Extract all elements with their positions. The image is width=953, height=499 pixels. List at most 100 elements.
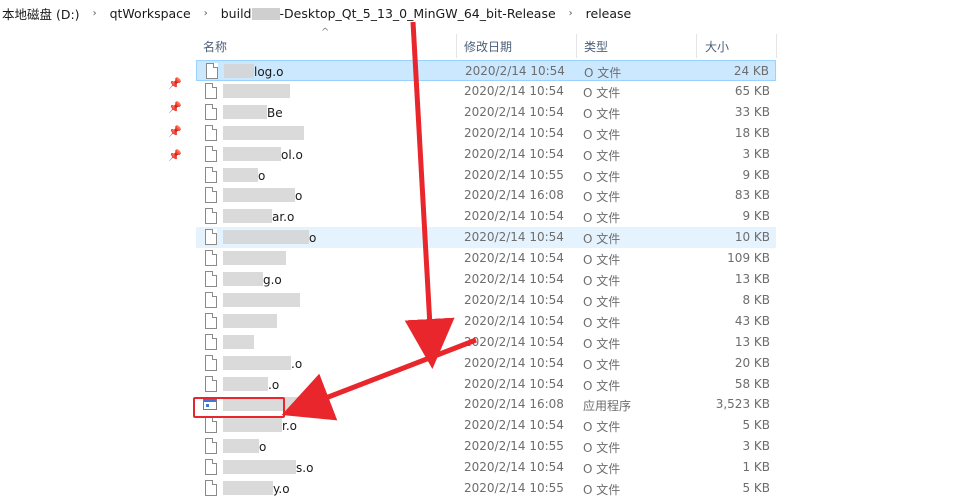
column-divider[interactable] bbox=[776, 34, 777, 58]
column-header-modified[interactable]: 修改日期 bbox=[464, 34, 512, 58]
column-header-size[interactable]: 大小 bbox=[705, 34, 729, 58]
pin-icon[interactable]: 📌 bbox=[168, 78, 182, 90]
file-row[interactable]: 2020/2/14 10:54 O 文件 18 KB bbox=[196, 123, 776, 144]
file-modified: 2020/2/14 10:55 bbox=[464, 439, 564, 454]
column-divider[interactable] bbox=[456, 34, 457, 58]
column-header-name[interactable]: 名称 bbox=[203, 34, 227, 58]
file-row[interactable]: y.o 2020/2/14 10:55 O 文件 5 KB bbox=[196, 478, 776, 499]
file-size: 5 KB bbox=[742, 481, 770, 495]
file-modified: 2020/2/14 10:54 bbox=[464, 83, 564, 98]
file-size: 58 KB bbox=[734, 376, 770, 391]
file-row[interactable]: g.o 2020/2/14 10:54 O 文件 13 KB bbox=[196, 269, 776, 290]
file-row[interactable]: .exe 2020/2/14 16:08 应用程序 3,523 KB bbox=[196, 394, 776, 415]
file-row[interactable]: log.o 2020/2/14 10:54 O 文件 24 KB bbox=[196, 60, 776, 81]
chevron-right-icon[interactable]: › bbox=[82, 8, 108, 19]
pin-icon[interactable]: 📌 bbox=[168, 126, 182, 138]
redacted-text bbox=[223, 251, 286, 266]
file-size: 3 KB bbox=[742, 439, 770, 454]
file-row[interactable]: 2020/2/14 10:54 O 文件 65 KB bbox=[196, 81, 776, 102]
redacted-text bbox=[223, 355, 291, 370]
redacted-text bbox=[223, 167, 258, 182]
file-name: o bbox=[223, 230, 316, 245]
column-divider[interactable] bbox=[696, 34, 697, 58]
file-row[interactable]: .o 2020/2/14 10:54 O 文件 20 KB bbox=[196, 353, 776, 374]
file-name: s.o bbox=[223, 460, 313, 475]
redacted-text bbox=[223, 83, 290, 98]
file-name-text: .exe bbox=[305, 398, 331, 413]
column-divider[interactable] bbox=[576, 34, 577, 58]
redacted-text bbox=[251, 8, 280, 20]
file-icon bbox=[205, 417, 217, 434]
file-size: 18 KB bbox=[734, 125, 770, 140]
pin-icon[interactable]: 📌 bbox=[168, 150, 182, 162]
file-modified: 2020/2/14 10:54 bbox=[464, 460, 564, 475]
file-modified: 2020/2/14 10:54 bbox=[464, 376, 564, 391]
file-row[interactable]: 2020/2/14 10:54 O 文件 8 KB bbox=[196, 290, 776, 311]
file-size: 8 KB bbox=[742, 292, 770, 307]
breadcrumb-build-prefix: build bbox=[220, 5, 252, 21]
file-row[interactable]: .o 2020/2/14 10:54 O 文件 58 KB bbox=[196, 374, 776, 395]
file-name: .o bbox=[223, 355, 302, 371]
sort-ascending-icon: ^ bbox=[321, 27, 330, 38]
redacted-text bbox=[223, 397, 305, 412]
file-modified: 2020/2/14 10:54 bbox=[464, 104, 564, 119]
file-name-text: r.o bbox=[282, 419, 297, 434]
file-icon bbox=[205, 333, 217, 350]
file-type: O 文件 bbox=[583, 294, 621, 309]
file-size: 109 KB bbox=[727, 251, 770, 266]
file-size: 13 KB bbox=[734, 334, 770, 349]
file-type: O 文件 bbox=[583, 148, 621, 163]
file-row[interactable]: r.o 2020/2/14 10:54 O 文件 5 KB bbox=[196, 415, 776, 436]
file-row[interactable]: 2020/2/14 10:54 O 文件 13 KB bbox=[196, 332, 776, 353]
chevron-right-icon[interactable]: › bbox=[558, 8, 584, 19]
file-name-text: log.o bbox=[254, 65, 284, 79]
file-type: O 文件 bbox=[583, 106, 621, 121]
file-name bbox=[223, 83, 290, 99]
breadcrumb-qtworkspace[interactable]: qtWorkspace bbox=[108, 6, 193, 21]
file-modified: 2020/2/14 10:55 bbox=[464, 481, 564, 495]
file-row[interactable]: o 2020/2/14 10:54 O 文件 10 KB bbox=[196, 227, 776, 249]
file-icon bbox=[205, 459, 217, 476]
file-row[interactable]: 2020/2/14 10:54 O 文件 43 KB bbox=[196, 311, 776, 332]
pin-icon[interactable]: 📌 bbox=[168, 102, 182, 114]
file-icon bbox=[205, 480, 217, 496]
file-name: g.o bbox=[223, 272, 282, 287]
redacted-text bbox=[223, 146, 281, 161]
file-type: O 文件 bbox=[583, 85, 621, 100]
file-size: 13 KB bbox=[734, 272, 770, 286]
chevron-right-icon[interactable]: › bbox=[193, 8, 219, 19]
file-icon bbox=[205, 187, 217, 204]
file-row[interactable]: ar.o 2020/2/14 10:54 O 文件 9 KB bbox=[196, 206, 776, 227]
file-icon bbox=[205, 208, 217, 225]
file-row[interactable]: s.o 2020/2/14 10:54 O 文件 1 KB bbox=[196, 457, 776, 478]
file-type: O 文件 bbox=[583, 315, 621, 330]
breadcrumb-drive[interactable]: 本地磁盘 (D:) bbox=[0, 4, 82, 23]
file-icon bbox=[205, 229, 217, 246]
file-row[interactable]: o 2020/2/14 16:08 O 文件 83 KB bbox=[196, 185, 776, 206]
file-icon bbox=[205, 271, 217, 287]
file-size: 9 KB bbox=[742, 209, 770, 224]
file-size: 5 KB bbox=[742, 418, 770, 433]
file-type: O 文件 bbox=[583, 190, 621, 205]
redacted-text bbox=[223, 230, 309, 245]
file-modified: 2020/2/14 16:08 bbox=[464, 397, 564, 412]
file-type: O 文件 bbox=[583, 127, 621, 142]
breadcrumb-release[interactable]: release bbox=[584, 6, 634, 21]
file-type: O 文件 bbox=[583, 357, 621, 372]
file-size: 9 KB bbox=[742, 167, 770, 182]
file-name-text: o bbox=[258, 168, 266, 183]
file-icon bbox=[205, 438, 217, 455]
file-row[interactable]: o 2020/2/14 10:55 O 文件 3 KB bbox=[196, 436, 776, 457]
file-row[interactable]: o 2020/2/14 10:55 O 文件 9 KB bbox=[196, 165, 776, 186]
file-name-text: o bbox=[295, 189, 303, 204]
file-row[interactable]: 2020/2/14 10:54 O 文件 109 KB bbox=[196, 248, 776, 269]
file-modified: 2020/2/14 10:54 bbox=[464, 230, 564, 245]
file-modified: 2020/2/14 10:54 bbox=[464, 125, 564, 140]
file-size: 83 KB bbox=[734, 188, 770, 203]
file-name-text: y.o bbox=[273, 482, 290, 496]
file-name-text: Be bbox=[267, 105, 283, 120]
column-header-type[interactable]: 类型 bbox=[584, 34, 608, 58]
file-row[interactable]: ol.o 2020/2/14 10:54 O 文件 3 KB bbox=[196, 144, 776, 165]
breadcrumb-build-folder[interactable]: build -Desktop_Qt_5_13_0_MinGW_64_bit-Rel… bbox=[219, 6, 558, 21]
file-row[interactable]: Be 2020/2/14 10:54 O 文件 33 KB bbox=[196, 102, 776, 123]
